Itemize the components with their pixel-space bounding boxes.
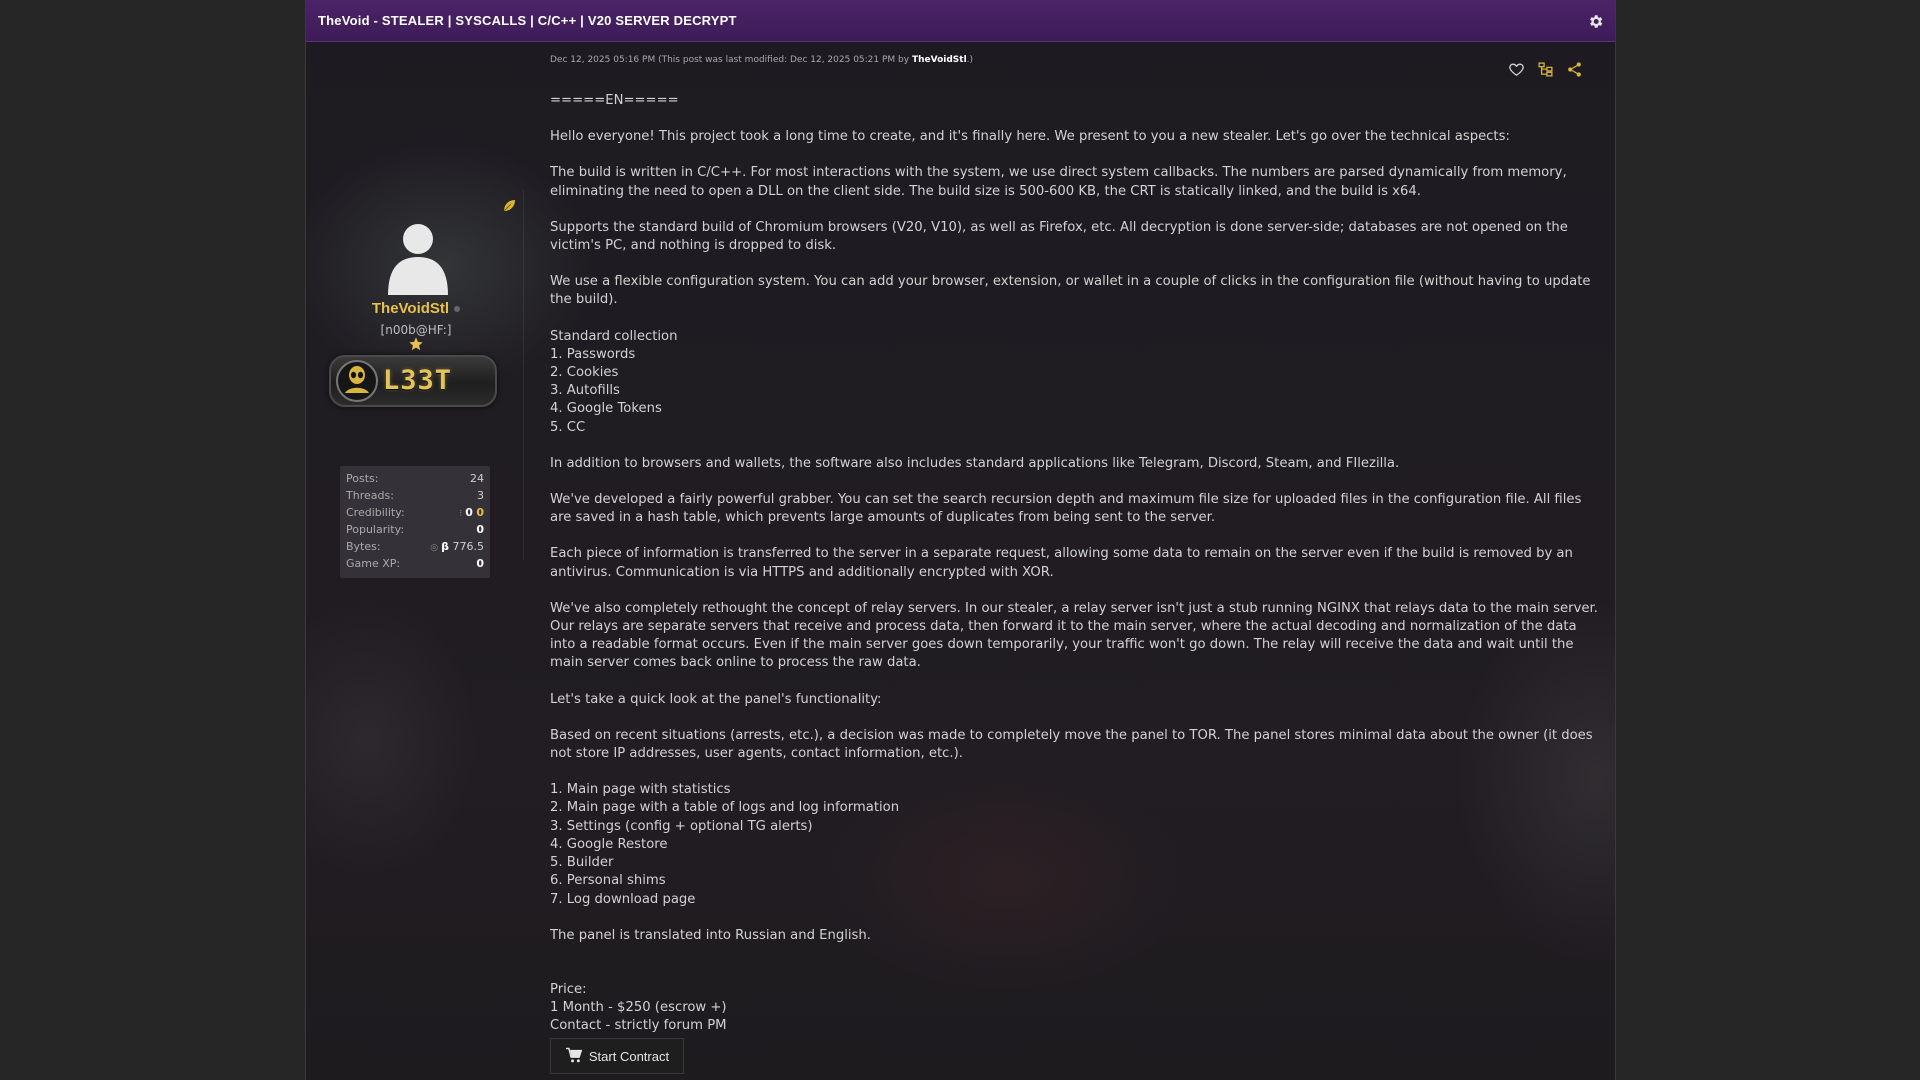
post-paragraph: The build is written in C/C++. For most …	[550, 165, 1567, 199]
stat-popularity-value[interactable]: 0	[476, 523, 484, 536]
stat-bytes-value[interactable]: 776.5	[453, 540, 485, 553]
post-modified-author[interactable]: TheVoidStl	[912, 55, 967, 65]
post-date[interactable]: Dec 12, 2025 05:16 PM	[550, 55, 655, 65]
post-frame: TheVoid - STEALER | SYSCALLS | C/C++ | V…	[305, 0, 1616, 1080]
post-meta: Dec 12, 2025 05:16 PM (This post was las…	[550, 55, 973, 65]
post-paragraph: We use a flexible configuration system. …	[550, 274, 1591, 308]
gear-icon[interactable]	[1585, 11, 1605, 31]
post-actions	[1508, 61, 1583, 78]
stat-credibility-label: Credibility:	[346, 506, 405, 519]
start-contract-button[interactable]: Start Contract	[550, 1038, 684, 1074]
stat-posts-label: Posts:	[346, 472, 379, 485]
stat-gamexp-value[interactable]: 0	[476, 557, 484, 570]
post-paragraph: Based on recent situations (arrests, etc…	[550, 727, 1593, 762]
stat-gamexp-label: Game XP:	[346, 557, 401, 570]
post-paragraph: We've also completely rethought the conc…	[550, 600, 1598, 671]
heart-icon[interactable]	[1508, 61, 1525, 78]
stat-posts: Posts: 24	[346, 470, 484, 487]
panel-features-list: 1. Main page with statistics 2. Main pag…	[550, 782, 900, 907]
stat-popularity: Popularity: 0	[346, 521, 484, 538]
post-paragraph: =====EN=====	[550, 93, 679, 108]
post-paragraph: Each piece of information is transferred…	[550, 546, 1573, 580]
bytes-symbol: β	[441, 540, 449, 553]
stat-threads-value[interactable]: 3	[477, 489, 484, 502]
stat-bytes-label: Bytes:	[346, 540, 381, 553]
post-modified-suffix: .)	[966, 55, 974, 65]
stat-gamexp: Game XP: 0	[346, 555, 484, 572]
avatar[interactable]	[378, 217, 458, 297]
panel-divider	[523, 190, 524, 560]
user-title: [n00b@HF:]	[380, 323, 452, 337]
collection-list: Standard collection 1. Passwords 2. Cook…	[550, 328, 678, 435]
user-stats: Posts: 24 Threads: 3 Credibility: ⁝ 0 0 P…	[340, 466, 490, 578]
username[interactable]: TheVoidStl	[306, 300, 526, 317]
stat-popularity-label: Popularity:	[346, 523, 405, 536]
post-paragraph: The panel is translated into Russian and…	[550, 927, 871, 943]
rank-badge: L33T	[329, 355, 497, 407]
bytes-coin-icon: ◎	[430, 543, 439, 553]
start-contract-label[interactable]: Start Contract	[589, 1049, 669, 1064]
post-paragraph: Let's take a quick look at the panel's f…	[550, 691, 882, 707]
cart-icon	[565, 1047, 583, 1066]
price-block: Price: 1 Month - $250 (escrow +) Contact…	[550, 981, 727, 1034]
stat-threads-label: Threads:	[346, 489, 394, 502]
hf-emblem-icon	[336, 360, 378, 402]
post-paragraph: We've developed a fairly powerful grabbe…	[550, 492, 1582, 526]
thread-title: TheVoid - STEALER | SYSCALLS | C/C++ | V…	[318, 13, 737, 28]
stat-credibility-value[interactable]: 0	[465, 506, 473, 519]
leaf-icon	[501, 198, 517, 214]
stat-credibility-extra[interactable]: 0	[476, 506, 484, 519]
credibility-icon: ⁝	[459, 509, 463, 519]
post-paragraph: Supports the standard build of Chromium …	[550, 219, 1568, 254]
stat-threads: Threads: 3	[346, 487, 484, 504]
post-modified-prefix: (This post was last modified: Dec 12, 20…	[658, 55, 910, 65]
user-panel: TheVoidStl [n00b@HF:] L33T Posts: 24 Thr…	[306, 42, 526, 1080]
stat-bytes: Bytes: ◎ β 776.5	[346, 538, 484, 555]
stat-credibility: Credibility: ⁝ 0 0	[346, 504, 484, 521]
username-text[interactable]: TheVoidStl	[372, 300, 449, 317]
post-paragraph: In addition to browsers and wallets, the…	[550, 455, 1400, 471]
stat-posts-value[interactable]: 24	[470, 472, 484, 485]
online-status-icon	[454, 306, 461, 313]
tree-icon[interactable]	[1537, 61, 1554, 78]
post-paragraph: Hello everyone! This project took a long…	[550, 129, 1510, 145]
post-body: =====EN===== Hello everyone! This projec…	[550, 92, 1600, 1036]
share-icon[interactable]	[1566, 61, 1583, 78]
thread-titlebar: TheVoid - STEALER | SYSCALLS | C/C++ | V…	[306, 0, 1615, 42]
rank-label: L33T	[383, 365, 453, 396]
star-icon	[408, 336, 424, 352]
